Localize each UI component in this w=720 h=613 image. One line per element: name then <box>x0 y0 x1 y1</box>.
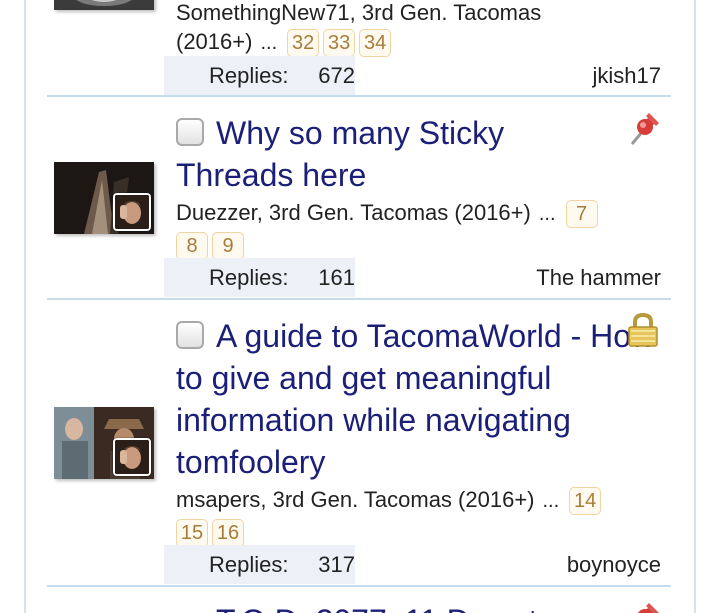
thread-title: T.O.D. 2077: 11 Days to... <box>176 600 616 613</box>
thread-author[interactable]: SomethingNew71, 3rd Gen. Tacomas <box>176 0 541 25</box>
page-ellipsis: ... <box>542 490 560 512</box>
thread-author[interactable]: msapers, 3rd Gen. Tacomas (2016+) <box>176 487 535 512</box>
thread-title: A guide to TacomaWorld - How to give and… <box>176 315 656 483</box>
thread-pages: 15 16 <box>172 516 244 548</box>
thread-avatar[interactable] <box>54 407 154 479</box>
thread-title-link[interactable]: Why so many Sticky Threads here <box>176 115 504 193</box>
thread-stats: Replies: 672 <box>164 56 355 95</box>
lock-icon <box>626 312 660 348</box>
page-ellipsis: ... <box>260 32 278 54</box>
replies-label: Replies: <box>209 63 289 88</box>
page-link-15[interactable]: 15 <box>176 519 208 548</box>
page-link-8[interactable]: 8 <box>176 232 208 261</box>
pin-icon <box>626 110 662 146</box>
replies-label: Replies: <box>209 265 289 290</box>
select-checkbox[interactable] <box>176 117 204 146</box>
thread-stats: Replies: 161 <box>164 258 355 297</box>
replies-count: 161 <box>318 265 355 290</box>
thread-forum[interactable]: (2016+) <box>176 29 252 54</box>
select-checkbox[interactable] <box>176 320 204 349</box>
page-link-7[interactable]: 7 <box>565 200 598 229</box>
last-poster[interactable]: jkish17 <box>593 56 661 95</box>
page-link-34[interactable]: 34 <box>359 29 392 58</box>
page-link-14[interactable]: 14 <box>569 487 602 516</box>
page-ellipsis: ... <box>538 203 556 225</box>
mini-avatar[interactable] <box>113 193 151 231</box>
replies-count: 317 <box>318 552 355 577</box>
page-link-9[interactable]: 9 <box>212 232 244 261</box>
page-link-16[interactable]: 16 <box>212 519 244 548</box>
page-link-32[interactable]: 32 <box>287 29 320 58</box>
last-poster[interactable]: The hammer <box>536 258 661 297</box>
thread-meta: Duezzer, 3rd Gen. Tacomas (2016+)... 7 <box>176 197 598 230</box>
thread-meta-line2: (2016+)... 32 33 34 <box>176 26 392 59</box>
thread-pages: 89 <box>172 229 244 261</box>
replies-count: 672 <box>318 63 355 88</box>
thread-avatar[interactable] <box>54 0 154 10</box>
replies-label: Replies: <box>209 552 289 577</box>
thread-avatar[interactable] <box>54 162 154 234</box>
mini-avatar[interactable] <box>113 438 151 476</box>
thread-stats: Replies: 317 <box>164 545 355 584</box>
last-poster[interactable]: boynoyce <box>567 545 661 584</box>
thread-title-link[interactable]: T.O.D. 2077: 11 Days to... <box>216 603 582 613</box>
thread-meta: SomethingNew71, 3rd Gen. Tacomas <box>176 0 541 28</box>
thread-title-link[interactable]: A guide to TacomaWorld - How to give and… <box>176 318 654 480</box>
thread-title: Why so many Sticky Threads here <box>176 112 616 196</box>
page-link-33[interactable]: 33 <box>323 29 356 58</box>
thread-author[interactable]: Duezzer, 3rd Gen. Tacomas (2016+) <box>176 200 531 225</box>
pin-icon <box>626 600 662 613</box>
thread-meta: msapers, 3rd Gen. Tacomas (2016+)... 14 <box>176 484 602 517</box>
